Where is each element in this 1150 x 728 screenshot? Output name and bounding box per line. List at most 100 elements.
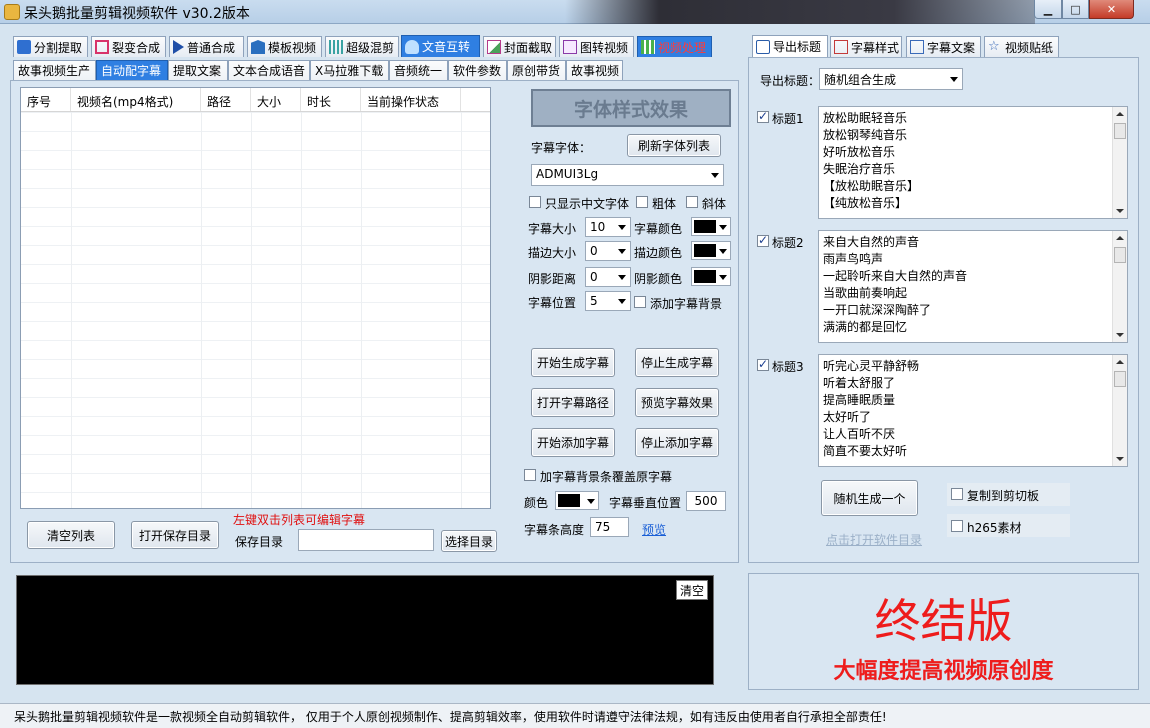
open-software-dir-link[interactable]: 点击打开软件目录: [826, 531, 922, 548]
clear-list-button[interactable]: 清空列表: [27, 521, 115, 549]
title1-checkbox[interactable]: [757, 109, 769, 123]
subtab-story-video[interactable]: 故事视频: [566, 60, 623, 80]
stop-generate-button[interactable]: 停止生成字幕: [635, 348, 719, 377]
tab-label: 分割提取: [34, 40, 83, 55]
column-header[interactable]: 路径: [201, 88, 251, 111]
column-header[interactable]: 大小: [251, 88, 301, 111]
add-bg-checkbox[interactable]: [634, 296, 646, 308]
start-generate-button[interactable]: 开始生成字幕: [531, 348, 615, 377]
tab-image-to-video[interactable]: 图转视频: [559, 36, 634, 57]
title2-label: 标题2: [772, 236, 804, 250]
column-header[interactable]: 视频名(mp4格式): [71, 88, 201, 111]
tab-subtitle-style[interactable]: 字幕样式: [830, 36, 902, 57]
tab-split-extract[interactable]: 分割提取: [13, 36, 88, 57]
tab-text-audio-convert[interactable]: 文音互转: [401, 35, 480, 57]
subtab-text-to-speech[interactable]: 文本合成语音: [228, 60, 310, 80]
column-divider: [461, 112, 462, 508]
scrollbar[interactable]: [1112, 355, 1127, 466]
font-select[interactable]: ADMUI3Lg: [531, 164, 724, 186]
column-header[interactable]: 序号: [21, 88, 71, 111]
maximize-button[interactable]: □: [1062, 0, 1089, 19]
tab-normal-compose[interactable]: 普通合成: [169, 36, 244, 57]
h265-checkbox[interactable]: [951, 520, 963, 532]
export-mode-select[interactable]: 随机组合生成: [819, 68, 963, 90]
choose-dir-button[interactable]: 选择目录: [441, 530, 497, 552]
bg-color-select[interactable]: [555, 491, 599, 510]
scroll-down-icon[interactable]: [1116, 209, 1124, 213]
tab-subtitle-copy[interactable]: 字幕文案: [906, 36, 981, 57]
stroke-color-select[interactable]: [691, 241, 731, 260]
tab-fission-compose[interactable]: 裂变合成: [91, 36, 166, 57]
tab-video-sticker[interactable]: ☆ 视频贴纸: [984, 36, 1059, 57]
subtab-story-production[interactable]: 故事视频生产: [13, 60, 96, 80]
subtitle-color-select[interactable]: [691, 217, 731, 236]
subtab-extract-copy[interactable]: 提取文案: [168, 60, 228, 80]
copy-clipboard-checkbox[interactable]: [951, 488, 963, 500]
scroll-thumb[interactable]: [1114, 371, 1126, 387]
tab-super-mix[interactable]: 超级混剪: [325, 36, 399, 57]
tab-video-process[interactable]: 视频处理: [637, 36, 712, 57]
save-dir-input[interactable]: [298, 529, 434, 551]
title3-textarea[interactable]: 听完心灵平静舒畅 听着太舒服了 提高睡眠质量 太好听了 让人百听不厌 简直不要太…: [818, 354, 1128, 467]
tab-cover-capture[interactable]: 封面截取: [483, 36, 556, 57]
size-select[interactable]: 10: [585, 217, 631, 237]
column-header[interactable]: 当前操作状态: [361, 88, 461, 111]
bold-checkbox[interactable]: [636, 196, 648, 208]
preview-link[interactable]: 预览: [642, 521, 666, 538]
only-chinese-checkbox[interactable]: [529, 196, 541, 208]
random-generate-button[interactable]: 随机生成一个: [821, 480, 918, 516]
scroll-up-icon[interactable]: [1116, 112, 1124, 116]
column-divider: [251, 112, 252, 508]
stroke-size-select[interactable]: 0: [585, 241, 631, 261]
open-save-dir-button[interactable]: 打开保存目录: [131, 521, 219, 549]
italic-checkbox[interactable]: [686, 196, 698, 208]
title1-textarea[interactable]: 放松助眠轻音乐 放松钢琴纯音乐 好听放松音乐 失眠治疗音乐 【放松助眠音乐】 【…: [818, 106, 1128, 219]
subtab-audio-unify[interactable]: 音频统一: [389, 60, 448, 80]
tab-export-title[interactable]: 导出标题: [752, 35, 828, 57]
scroll-thumb[interactable]: [1114, 247, 1126, 263]
scroll-up-icon[interactable]: [1116, 360, 1124, 364]
scroll-up-icon[interactable]: [1116, 236, 1124, 240]
scroll-thumb[interactable]: [1114, 123, 1126, 139]
title-line: 满满的都是回忆: [823, 320, 908, 334]
video-list-table[interactable]: 序号 视频名(mp4格式) 路径 大小 时长 当前操作状态: [20, 87, 491, 509]
scrollbar[interactable]: [1112, 107, 1127, 218]
title-line: 太好听了: [823, 410, 872, 424]
subtab-ximalaya-download[interactable]: X马拉雅下载: [310, 60, 389, 80]
promo-subtitle: 大幅度提高视频原创度: [833, 659, 1054, 684]
scrollbar[interactable]: [1112, 231, 1127, 342]
title-line: 一起聆听来自大自然的声音: [823, 269, 968, 283]
chevron-down-icon: [618, 249, 626, 254]
vertical-pos-input[interactable]: 500: [686, 491, 726, 511]
bar-height-input[interactable]: 75: [590, 517, 629, 537]
start-add-button[interactable]: 开始添加字幕: [531, 428, 615, 457]
shadow-label: 阴影距离: [528, 272, 577, 286]
subtab-original-goods[interactable]: 原创带货: [507, 60, 566, 80]
column-header[interactable]: 时长: [301, 88, 361, 111]
title3-checkbox[interactable]: [757, 357, 769, 371]
chevron-down-icon: [719, 249, 727, 254]
preview-effect-button[interactable]: 预览字幕效果: [635, 388, 719, 417]
position-select[interactable]: 5: [585, 291, 631, 311]
scroll-down-icon[interactable]: [1116, 457, 1124, 461]
title2-textarea[interactable]: 来自大自然的声音 雨声鸟鸣声 一起聆听来自大自然的声音 当歌曲前奏响起 一开口就…: [818, 230, 1128, 343]
subtab-software-params[interactable]: 软件参数: [448, 60, 507, 80]
copy-clipboard-label: 复制到剪切板: [967, 489, 1040, 503]
tab-template-video[interactable]: 模板视频: [247, 36, 322, 57]
title2-checkbox[interactable]: [757, 233, 769, 247]
log-clear-button[interactable]: 清空: [676, 580, 708, 600]
refresh-fonts-button[interactable]: 刷新字体列表: [627, 134, 721, 157]
title1-label: 标题1: [772, 112, 804, 126]
font-label: 字幕字体：: [531, 141, 592, 155]
open-subtitle-path-button[interactable]: 打开字幕路径: [531, 388, 615, 417]
close-button[interactable]: ✕: [1089, 0, 1134, 19]
color-label: 字幕颜色: [634, 222, 683, 236]
scroll-down-icon[interactable]: [1116, 333, 1124, 337]
minimize-button[interactable]: ▁: [1034, 0, 1062, 19]
subtab-auto-subtitle[interactable]: 自动配字幕: [96, 60, 168, 80]
bg-cover-checkbox[interactable]: [524, 469, 536, 481]
shadow-color-select[interactable]: [691, 267, 731, 286]
stop-add-button[interactable]: 停止添加字幕: [635, 428, 719, 457]
shadow-select[interactable]: 0: [585, 267, 631, 287]
log-output[interactable]: [16, 575, 714, 685]
